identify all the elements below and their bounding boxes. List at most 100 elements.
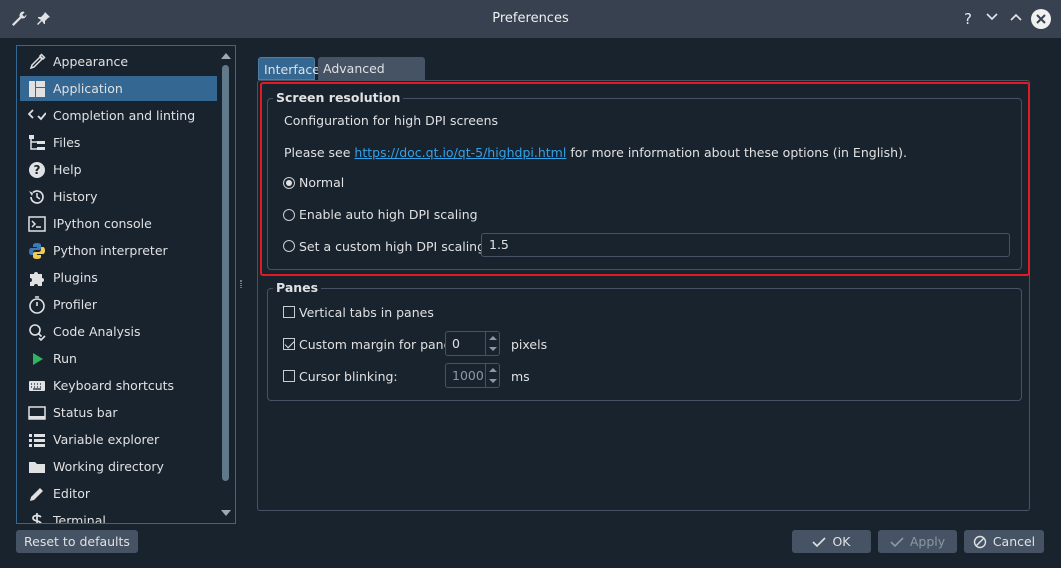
brush-icon	[20, 52, 50, 71]
spinbox-arrows[interactable]	[485, 364, 499, 387]
python-icon	[20, 242, 50, 260]
sidebar-item-editor[interactable]: Editor	[20, 481, 217, 506]
button-label: Apply	[909, 534, 946, 549]
sidebar-item-terminal[interactable]: Terminal	[20, 508, 217, 524]
sidebar-item-completion[interactable]: Completion and linting	[20, 103, 217, 128]
spinbox-arrows[interactable]	[485, 332, 499, 355]
sidebar-item-label: Variable explorer	[53, 432, 160, 447]
sidebar-item-label: Keyboard shortcuts	[53, 378, 175, 393]
tab-advanced-settings[interactable]: Advanced settings	[318, 57, 425, 99]
apply-button[interactable]: Apply	[878, 530, 957, 553]
sidebar-item-label: Application	[53, 81, 123, 96]
close-icon	[1036, 14, 1046, 24]
play-icon	[20, 350, 50, 368]
vertical-tabs-checkbox[interactable]	[283, 306, 295, 318]
sidebar-item-keyboard-shortcuts[interactable]: Keyboard shortcuts	[20, 373, 217, 398]
sidebar-scrollbar[interactable]	[219, 51, 232, 518]
code-analysis-icon	[20, 323, 50, 341]
spin-down-icon[interactable]	[489, 379, 497, 383]
cursor-blinking-unit: ms	[511, 369, 530, 384]
svg-text:?: ?	[34, 163, 41, 177]
file-tree-icon	[20, 134, 50, 152]
spin-down-icon[interactable]	[489, 347, 497, 351]
splitter-handle[interactable]	[240, 280, 242, 288]
sidebar-item-label: Run	[53, 351, 77, 366]
sidebar-item-plugins[interactable]: Plugins	[20, 265, 217, 290]
stopwatch-icon	[20, 295, 50, 314]
ok-button[interactable]: OK	[792, 530, 871, 553]
sidebar-item-application[interactable]: Application	[20, 76, 217, 101]
sidebar-item-label: Plugins	[53, 270, 98, 285]
sidebar-item-files[interactable]: Files	[20, 130, 217, 155]
sidebar-item-label: Terminal	[53, 513, 106, 524]
custom-margin-checkbox[interactable]	[283, 338, 295, 350]
preferences-sidebar[interactable]: Appearance Application Completion and li…	[16, 45, 236, 524]
check-icon	[812, 536, 827, 547]
sidebar-item-label: Completion and linting	[53, 108, 196, 123]
cancel-button[interactable]: Cancel	[964, 530, 1044, 553]
help-icon: ?	[20, 161, 50, 179]
sidebar-item-ipython-console[interactable]: IPython console	[20, 211, 217, 236]
sidebar-item-variable-explorer[interactable]: Variable explorer	[20, 427, 217, 452]
cursor-blinking-checkbox[interactable]	[283, 370, 295, 382]
sidebar-item-run[interactable]: Run	[20, 346, 217, 371]
custom-margin-label[interactable]: Custom margin for panes:	[299, 337, 462, 352]
sidebar-item-label: Profiler	[53, 297, 98, 312]
sidebar-item-label: Editor	[53, 486, 90, 501]
sidebar-item-label: Help	[53, 162, 82, 177]
button-label: Reset to defaults	[24, 534, 130, 549]
sidebar-item-label: Code Analysis	[53, 324, 141, 339]
history-icon	[20, 188, 50, 206]
table-icon	[20, 431, 50, 449]
sidebar-item-label: Appearance	[53, 54, 129, 69]
sidebar-item-label: IPython console	[53, 216, 152, 231]
button-label: Cancel	[992, 534, 1036, 549]
layout-icon	[20, 80, 50, 98]
cursor-blinking-label[interactable]: Cursor blinking:	[299, 369, 398, 384]
reset-to-defaults-button[interactable]: Reset to defaults	[16, 530, 138, 553]
window-title: Preferences	[492, 11, 569, 26]
sidebar-item-label: History	[53, 189, 98, 204]
scroll-down-arrow-icon[interactable]	[221, 510, 231, 516]
scroll-up-arrow-icon[interactable]	[221, 53, 231, 59]
title-bar: Preferences ?	[0, 0, 1061, 38]
puzzle-icon	[20, 269, 50, 287]
console-icon	[20, 215, 50, 233]
sidebar-item-status-bar[interactable]: Status bar	[20, 400, 217, 425]
spinbox-value: 1000	[452, 368, 484, 383]
pencil-icon	[20, 485, 50, 503]
sidebar-item-working-directory[interactable]: Working directory	[20, 454, 217, 479]
cursor-blinking-spinbox[interactable]: 1000	[445, 363, 500, 388]
chevron-down-icon	[986, 13, 998, 21]
sidebar-item-appearance[interactable]: Appearance	[20, 49, 217, 74]
sidebar-item-python-interpreter[interactable]: Python interpreter	[20, 238, 217, 263]
sidebar-item-label: Status bar	[53, 405, 118, 420]
dollar-icon	[20, 512, 50, 523]
code-check-icon	[20, 107, 50, 125]
keyboard-icon	[20, 377, 50, 395]
maximize-button[interactable]	[1006, 9, 1026, 29]
group-title: Panes	[273, 280, 322, 295]
sidebar-item-label: Python interpreter	[53, 243, 168, 258]
tab-interface[interactable]: Interface	[258, 57, 320, 80]
status-bar-icon	[20, 404, 50, 422]
vertical-tabs-label[interactable]: Vertical tabs in panes	[299, 305, 434, 320]
close-button[interactable]	[1031, 9, 1051, 29]
sidebar-item-code-analysis[interactable]: Code Analysis	[20, 319, 217, 344]
button-label: OK	[832, 534, 851, 549]
sidebar-item-label: Files	[53, 135, 81, 150]
folder-icon	[20, 458, 50, 476]
sidebar-item-history[interactable]: History	[20, 184, 217, 209]
spinbox-value: 0	[452, 336, 460, 351]
spin-up-icon[interactable]	[489, 336, 497, 340]
spin-up-icon[interactable]	[489, 368, 497, 372]
check-icon	[890, 536, 904, 547]
sidebar-item-profiler[interactable]: Profiler	[20, 292, 217, 317]
sidebar-item-help[interactable]: ? Help	[20, 157, 217, 182]
custom-margin-unit: pixels	[511, 337, 548, 352]
minimize-button[interactable]	[982, 9, 1002, 29]
sidebar-item-label: Working directory	[53, 459, 164, 474]
scroll-thumb[interactable]	[222, 65, 229, 481]
help-button[interactable]: ?	[958, 9, 978, 29]
custom-margin-spinbox[interactable]: 0	[445, 331, 500, 356]
